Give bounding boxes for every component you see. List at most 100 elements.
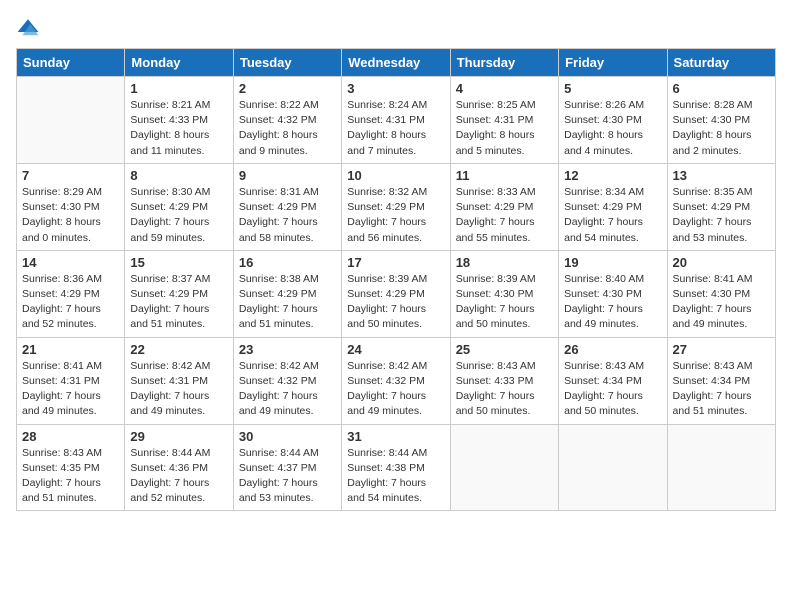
weekday-header-saturday: Saturday <box>667 49 775 77</box>
day-number: 24 <box>347 342 444 357</box>
day-info: Sunrise: 8:26 AM Sunset: 4:30 PM Dayligh… <box>564 98 661 159</box>
day-number: 31 <box>347 429 444 444</box>
day-number: 12 <box>564 168 661 183</box>
day-number: 28 <box>22 429 119 444</box>
weekday-header-sunday: Sunday <box>17 49 125 77</box>
calendar-cell: 25Sunrise: 8:43 AM Sunset: 4:33 PM Dayli… <box>450 337 558 424</box>
day-number: 27 <box>673 342 770 357</box>
calendar-cell: 8 Sunrise: 8:30 AM Sunset: 4:29 PM Daylig… <box>125 163 233 250</box>
calendar-cell: 20 Sunrise: 8:41 AM Sunset: 4:30 PM Dayli… <box>667 250 775 337</box>
day-info: Sunrise: 8:43 AM Sunset: 4:34 PM Dayligh… <box>673 359 770 420</box>
calendar-header-row: SundayMondayTuesdayWednesdayThursdayFrid… <box>17 49 776 77</box>
day-info: Sunrise: 8:37 AM Sunset: 4:29 PM Dayligh… <box>130 272 227 333</box>
calendar-cell <box>17 77 125 164</box>
day-info: Sunrise: 8:25 AM Sunset: 4:31 PM Dayligh… <box>456 98 553 159</box>
calendar-week-row: 28Sunrise: 8:43 AM Sunset: 4:35 PM Dayli… <box>17 424 776 511</box>
calendar-cell: 5 Sunrise: 8:26 AM Sunset: 4:30 PM Daylig… <box>559 77 667 164</box>
calendar-cell: 30Sunrise: 8:44 AM Sunset: 4:37 PM Dayli… <box>233 424 341 511</box>
calendar-cell: 4 Sunrise: 8:25 AM Sunset: 4:31 PM Daylig… <box>450 77 558 164</box>
calendar-cell: 26 Sunrise: 8:43 AM Sunset: 4:34 PM Dayli… <box>559 337 667 424</box>
day-info: Sunrise: 8:31 AM Sunset: 4:29 PM Dayligh… <box>239 185 336 246</box>
day-number: 18 <box>456 255 553 270</box>
day-info: Sunrise: 8:29 AM Sunset: 4:30 PM Dayligh… <box>22 185 119 246</box>
day-info: Sunrise: 8:41 AM Sunset: 4:30 PM Dayligh… <box>673 272 770 333</box>
calendar-cell: 19 Sunrise: 8:40 AM Sunset: 4:30 PM Dayli… <box>559 250 667 337</box>
logo <box>16 16 44 40</box>
calendar-cell: 28Sunrise: 8:43 AM Sunset: 4:35 PM Dayli… <box>17 424 125 511</box>
calendar-cell: 23 Sunrise: 8:42 AM Sunset: 4:32 PM Dayli… <box>233 337 341 424</box>
day-info: Sunrise: 8:39 AM Sunset: 4:30 PM Dayligh… <box>456 272 553 333</box>
page-header <box>16 16 776 40</box>
day-info: Sunrise: 8:36 AM Sunset: 4:29 PM Dayligh… <box>22 272 119 333</box>
calendar-cell: 17 Sunrise: 8:39 AM Sunset: 4:29 PM Dayli… <box>342 250 450 337</box>
day-number: 23 <box>239 342 336 357</box>
day-info: Sunrise: 8:43 AM Sunset: 4:34 PM Dayligh… <box>564 359 661 420</box>
calendar-cell <box>450 424 558 511</box>
logo-icon <box>16 16 40 40</box>
day-number: 11 <box>456 168 553 183</box>
calendar-cell: 9 Sunrise: 8:31 AM Sunset: 4:29 PM Daylig… <box>233 163 341 250</box>
day-number: 19 <box>564 255 661 270</box>
calendar-cell: 11 Sunrise: 8:33 AM Sunset: 4:29 PM Dayli… <box>450 163 558 250</box>
weekday-header-friday: Friday <box>559 49 667 77</box>
day-info: Sunrise: 8:39 AM Sunset: 4:29 PM Dayligh… <box>347 272 444 333</box>
calendar-cell: 3 Sunrise: 8:24 AM Sunset: 4:31 PM Daylig… <box>342 77 450 164</box>
day-number: 2 <box>239 81 336 96</box>
day-number: 8 <box>130 168 227 183</box>
calendar-cell <box>559 424 667 511</box>
day-number: 3 <box>347 81 444 96</box>
day-info: Sunrise: 8:41 AM Sunset: 4:31 PM Dayligh… <box>22 359 119 420</box>
day-info: Sunrise: 8:40 AM Sunset: 4:30 PM Dayligh… <box>564 272 661 333</box>
day-number: 10 <box>347 168 444 183</box>
day-number: 9 <box>239 168 336 183</box>
calendar-cell: 6 Sunrise: 8:28 AM Sunset: 4:30 PM Daylig… <box>667 77 775 164</box>
calendar-week-row: 14Sunrise: 8:36 AM Sunset: 4:29 PM Dayli… <box>17 250 776 337</box>
day-number: 15 <box>130 255 227 270</box>
day-number: 13 <box>673 168 770 183</box>
day-number: 6 <box>673 81 770 96</box>
calendar-cell: 24 Sunrise: 8:42 AM Sunset: 4:32 PM Dayli… <box>342 337 450 424</box>
calendar-cell: 16 Sunrise: 8:38 AM Sunset: 4:29 PM Dayli… <box>233 250 341 337</box>
day-number: 22 <box>130 342 227 357</box>
day-info: Sunrise: 8:38 AM Sunset: 4:29 PM Dayligh… <box>239 272 336 333</box>
day-info: Sunrise: 8:30 AM Sunset: 4:29 PM Dayligh… <box>130 185 227 246</box>
day-number: 7 <box>22 168 119 183</box>
day-info: Sunrise: 8:22 AM Sunset: 4:32 PM Dayligh… <box>239 98 336 159</box>
weekday-header-wednesday: Wednesday <box>342 49 450 77</box>
day-info: Sunrise: 8:44 AM Sunset: 4:36 PM Dayligh… <box>130 446 227 507</box>
calendar-cell: 18 Sunrise: 8:39 AM Sunset: 4:30 PM Dayli… <box>450 250 558 337</box>
calendar-week-row: 1Sunrise: 8:21 AM Sunset: 4:33 PM Daylig… <box>17 77 776 164</box>
day-number: 20 <box>673 255 770 270</box>
calendar-cell: 21Sunrise: 8:41 AM Sunset: 4:31 PM Dayli… <box>17 337 125 424</box>
day-info: Sunrise: 8:33 AM Sunset: 4:29 PM Dayligh… <box>456 185 553 246</box>
calendar-cell: 10Sunrise: 8:32 AM Sunset: 4:29 PM Dayli… <box>342 163 450 250</box>
weekday-header-tuesday: Tuesday <box>233 49 341 77</box>
calendar-cell: 13 Sunrise: 8:35 AM Sunset: 4:29 PM Dayli… <box>667 163 775 250</box>
day-info: Sunrise: 8:42 AM Sunset: 4:32 PM Dayligh… <box>239 359 336 420</box>
weekday-header-thursday: Thursday <box>450 49 558 77</box>
calendar-cell: 12 Sunrise: 8:34 AM Sunset: 4:29 PM Dayli… <box>559 163 667 250</box>
day-info: Sunrise: 8:35 AM Sunset: 4:29 PM Dayligh… <box>673 185 770 246</box>
day-number: 26 <box>564 342 661 357</box>
calendar-cell: 31 Sunrise: 8:44 AM Sunset: 4:38 PM Dayli… <box>342 424 450 511</box>
day-info: Sunrise: 8:44 AM Sunset: 4:37 PM Dayligh… <box>239 446 336 507</box>
day-number: 16 <box>239 255 336 270</box>
day-number: 17 <box>347 255 444 270</box>
calendar-table: SundayMondayTuesdayWednesdayThursdayFrid… <box>16 48 776 511</box>
day-number: 5 <box>564 81 661 96</box>
day-info: Sunrise: 8:44 AM Sunset: 4:38 PM Dayligh… <box>347 446 444 507</box>
calendar-week-row: 21Sunrise: 8:41 AM Sunset: 4:31 PM Dayli… <box>17 337 776 424</box>
day-number: 1 <box>130 81 227 96</box>
calendar-cell: 2 Sunrise: 8:22 AM Sunset: 4:32 PM Daylig… <box>233 77 341 164</box>
calendar-cell: 1Sunrise: 8:21 AM Sunset: 4:33 PM Daylig… <box>125 77 233 164</box>
day-info: Sunrise: 8:24 AM Sunset: 4:31 PM Dayligh… <box>347 98 444 159</box>
day-info: Sunrise: 8:28 AM Sunset: 4:30 PM Dayligh… <box>673 98 770 159</box>
day-info: Sunrise: 8:34 AM Sunset: 4:29 PM Dayligh… <box>564 185 661 246</box>
day-info: Sunrise: 8:42 AM Sunset: 4:31 PM Dayligh… <box>130 359 227 420</box>
calendar-cell: 14Sunrise: 8:36 AM Sunset: 4:29 PM Dayli… <box>17 250 125 337</box>
calendar-cell: 29Sunrise: 8:44 AM Sunset: 4:36 PM Dayli… <box>125 424 233 511</box>
calendar-cell: 15 Sunrise: 8:37 AM Sunset: 4:29 PM Dayli… <box>125 250 233 337</box>
calendar-cell: 7 Sunrise: 8:29 AM Sunset: 4:30 PM Daylig… <box>17 163 125 250</box>
day-number: 4 <box>456 81 553 96</box>
day-info: Sunrise: 8:42 AM Sunset: 4:32 PM Dayligh… <box>347 359 444 420</box>
